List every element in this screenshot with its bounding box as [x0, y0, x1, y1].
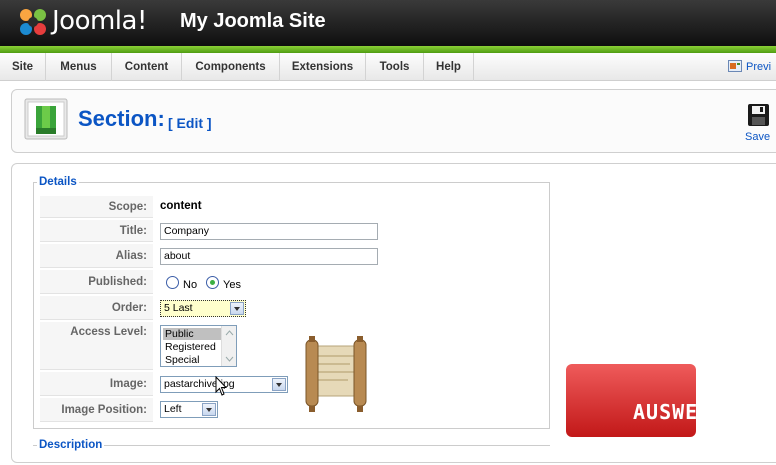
- description-legend: Description: [37, 439, 105, 451]
- published-yes-label: Yes: [223, 279, 241, 291]
- joomla-logo-text: Joomla!: [52, 6, 147, 36]
- title-input[interactable]: Company: [160, 223, 378, 240]
- scope-value: content: [160, 200, 202, 212]
- image-position-select[interactable]: Left: [160, 401, 218, 418]
- joomla-logo-icon: [20, 9, 46, 35]
- admin-header: Joomla! My Joomla Site: [0, 0, 776, 46]
- details-legend: Details: [37, 176, 79, 188]
- image-position-label: Image Position:: [40, 398, 153, 422]
- description-fieldset: [33, 445, 550, 465]
- ausweb-watermark-text: AUSWEB: [633, 400, 712, 424]
- published-no-radio[interactable]: [166, 276, 179, 289]
- floppy-disk-icon: [748, 104, 769, 126]
- image-position-value: Left: [164, 403, 182, 415]
- menu-components[interactable]: Components: [182, 53, 280, 81]
- chevron-down-icon[interactable]: [202, 403, 216, 416]
- site-title: My Joomla Site: [180, 10, 326, 32]
- preview-icon: [728, 60, 742, 72]
- preview-label: Previ: [746, 61, 772, 73]
- alias-label: Alias:: [40, 244, 153, 268]
- mouse-cursor-icon: [215, 376, 227, 396]
- access-option-registered[interactable]: Registered: [163, 341, 221, 353]
- alias-input[interactable]: about: [160, 248, 378, 265]
- menu-tools[interactable]: Tools: [366, 53, 424, 81]
- access-level-label: Access Level:: [40, 322, 153, 370]
- access-option-public[interactable]: Public: [163, 328, 221, 340]
- page-title: Section:: [78, 106, 165, 131]
- menu-help[interactable]: Help: [424, 53, 474, 81]
- menu-extensions[interactable]: Extensions: [280, 53, 366, 81]
- published-no-label: No: [183, 279, 198, 291]
- chevron-down-icon[interactable]: [272, 378, 286, 391]
- chevron-down-icon[interactable]: [230, 302, 244, 315]
- save-label: Save: [745, 131, 771, 143]
- published-yes-radio[interactable]: [206, 276, 219, 289]
- page-subtitle-edit: [ Edit ]: [168, 115, 212, 131]
- order-select-value: 5 Last: [164, 302, 193, 314]
- section-icon: [24, 98, 68, 140]
- access-option-special[interactable]: Special: [163, 354, 221, 366]
- main-menu-bar: Site Menus Content Components Extensions…: [0, 53, 776, 81]
- scroll-arrows-icon: [225, 330, 234, 362]
- menu-menus[interactable]: Menus: [46, 53, 112, 81]
- order-label: Order:: [40, 296, 153, 320]
- published-label: Published:: [40, 270, 153, 294]
- scope-label: Scope:: [40, 196, 153, 218]
- access-level-listbox[interactable]: Public Registered Special: [160, 325, 237, 367]
- title-label: Title:: [40, 220, 153, 242]
- menu-site[interactable]: Site: [0, 53, 46, 81]
- order-select[interactable]: 5 Last: [160, 300, 246, 317]
- image-label: Image:: [40, 372, 153, 396]
- scroll-image-preview: [305, 336, 367, 412]
- header-green-stripe: [0, 46, 776, 53]
- preview-link[interactable]: Previ: [728, 57, 771, 77]
- listbox-scrollbar[interactable]: [221, 326, 236, 366]
- menu-content[interactable]: Content: [112, 53, 182, 81]
